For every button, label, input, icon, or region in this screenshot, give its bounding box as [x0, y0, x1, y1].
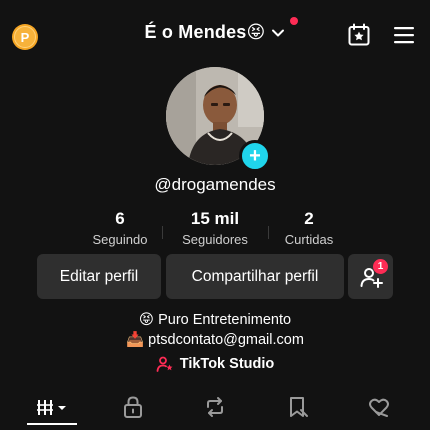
tab-liked[interactable] [366, 394, 392, 420]
username: @drogamendes [154, 175, 276, 194]
add-photo-button[interactable]: + [239, 140, 271, 172]
stat-label: Curtidas [284, 232, 334, 247]
studio-label: TikTok Studio [179, 356, 275, 372]
bio-emoji: 😝 [138, 312, 155, 328]
notification-dot [290, 17, 298, 25]
stat-likes[interactable]: 2 Curtidas [274, 209, 344, 247]
stat-value: 2 [304, 209, 314, 228]
add-friends-button[interactable]: 1 [348, 254, 393, 299]
bio-text: Puro Entretenimento [158, 312, 292, 328]
bio-emoji: 📥 [126, 332, 145, 348]
lock-icon [124, 396, 142, 418]
grid-icon [37, 400, 66, 415]
chevron-down-icon [272, 29, 285, 36]
tab-favorites[interactable] [285, 394, 311, 420]
bookmark-icon [290, 397, 308, 417]
avatar-container[interactable]: + [166, 67, 271, 172]
top-bar: P É o Mendes😝 [0, 0, 430, 68]
bio-email[interactable]: ptsdcontato@gmail.com [148, 332, 304, 348]
profile-stats: 6 Seguindo 15 mil Seguidores 2 Curtidas [0, 209, 430, 251]
repost-icon [207, 397, 223, 417]
share-profile-button[interactable]: Compartilhar perfil [166, 254, 344, 299]
notification-badge: 1 [373, 259, 388, 274]
tiktok-studio-link[interactable]: TikTok Studio [0, 355, 430, 373]
studio-user-star-icon [156, 356, 173, 372]
stat-value: 15 mil [190, 209, 240, 228]
stat-following[interactable]: 6 Seguindo [80, 209, 160, 247]
account-title: É o Mendes😝 [144, 22, 266, 42]
plus-icon: + [249, 145, 261, 167]
active-tab-indicator [27, 423, 77, 425]
edit-profile-button[interactable]: Editar perfil [37, 254, 161, 299]
stat-followers[interactable]: 15 mil Seguidores [170, 209, 260, 247]
bio-line: 📥 ptsdcontato@gmail.com [0, 331, 430, 348]
stat-value: 6 [115, 209, 125, 228]
stat-label: Seguidores [182, 232, 248, 247]
stat-divider [162, 226, 163, 239]
liked-icon [369, 398, 389, 417]
stat-divider [268, 226, 269, 239]
bio-line: 😝 Puro Entretenimento [0, 312, 430, 328]
hamburger-menu-icon[interactable] [393, 25, 415, 45]
tab-videos[interactable] [36, 394, 72, 420]
tab-private[interactable] [120, 394, 146, 420]
calendar-star-icon[interactable] [347, 23, 371, 47]
tab-reposts[interactable] [202, 394, 228, 420]
stat-label: Seguindo [92, 232, 148, 247]
